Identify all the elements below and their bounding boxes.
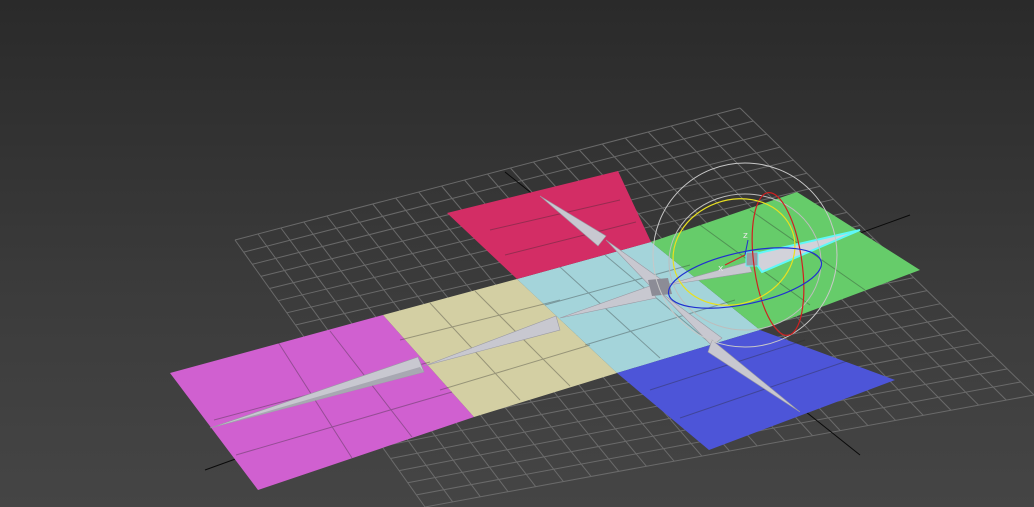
gizmo-x-axis-label: x [718,264,724,274]
viewport-canvas[interactable]: z x [0,0,1034,507]
3d-viewport[interactable]: z x [0,0,1034,507]
gizmo-z-axis-label: z [743,231,748,241]
